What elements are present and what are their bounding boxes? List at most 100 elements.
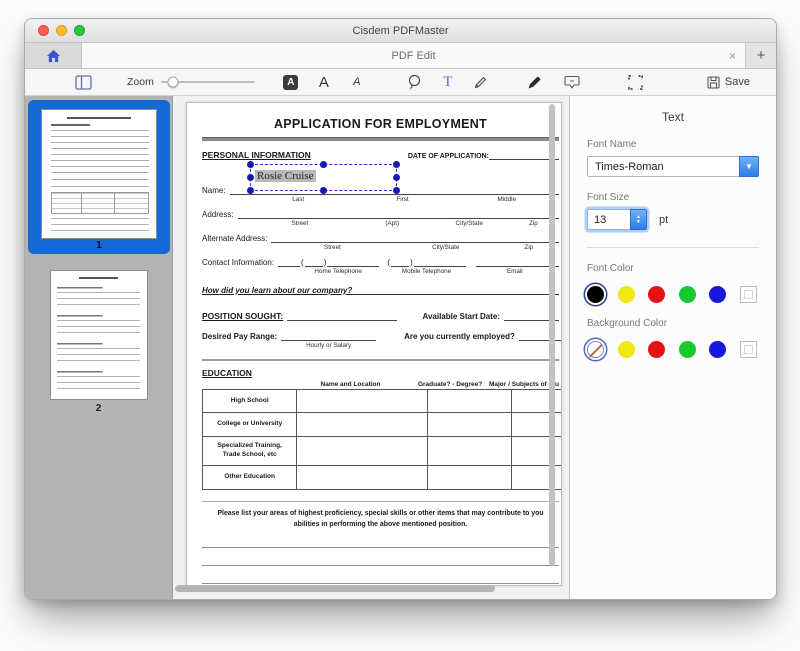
sublabel: Street [272, 244, 393, 251]
new-tab-button[interactable]: + [746, 43, 776, 68]
horizontal-scrollbar[interactable] [175, 585, 495, 592]
currently-employed-label: Are you currently employed? [404, 332, 515, 341]
pen-icon [527, 75, 542, 90]
background-color-green[interactable] [679, 341, 696, 358]
save-label: Save [725, 76, 750, 88]
resize-handle[interactable] [320, 187, 327, 194]
background-color-red[interactable] [648, 341, 665, 358]
font-size-stepper[interactable]: ▲ ▼ [630, 209, 647, 230]
fullscreen-window-button[interactable] [74, 25, 85, 36]
comment-tool-button[interactable] [562, 71, 582, 93]
write-in-line [202, 565, 559, 566]
save-button[interactable]: Save [707, 71, 750, 93]
alternate-address-label: Alternate Address: [202, 234, 267, 243]
divider [202, 359, 559, 362]
pay-range-sublabel: Hourly or Salary [306, 342, 351, 349]
background-color-blue[interactable] [709, 341, 726, 358]
tab-close-icon[interactable]: × [729, 50, 736, 62]
signature-tool-button[interactable] [525, 71, 545, 93]
name-label: Name: [202, 186, 226, 195]
text-style-button[interactable]: A [347, 71, 367, 93]
divider [202, 137, 559, 141]
resize-handle[interactable] [247, 161, 254, 168]
edu-row-label: High School [203, 390, 297, 413]
pencil-tool-button[interactable] [471, 71, 491, 93]
document-title: APPLICATION FOR EMPLOYMENT [202, 117, 559, 131]
resize-handle[interactable] [393, 187, 400, 194]
edu-col-header: Graduate? - Degree? [411, 381, 489, 388]
select-area-button[interactable] [626, 71, 646, 93]
resize-handle[interactable] [247, 187, 254, 194]
zoom-slider[interactable] [161, 81, 255, 83]
minimize-window-button[interactable] [56, 25, 67, 36]
section-personal-information: PERSONAL INFORMATION [202, 150, 311, 160]
pencil-icon [473, 75, 488, 90]
divider [587, 247, 759, 248]
font-name-select[interactable]: Times-Roman ▼ [587, 156, 759, 177]
main-content: 1 2 APPLICATION FOR EMPLOYMENT PERSONAL … [25, 96, 776, 599]
skills-note: Please list your areas of highest profic… [202, 509, 559, 530]
sidebar-toggle-icon [75, 75, 92, 90]
company-question: How did you learn about our company? [202, 286, 352, 295]
close-window-button[interactable] [38, 25, 49, 36]
sublabel: Home Telephone [294, 268, 382, 275]
font-name-dropdown-button[interactable]: ▼ [739, 156, 759, 177]
shape-tool-button[interactable] [405, 71, 425, 93]
sidebar-toggle-button[interactable] [73, 71, 93, 93]
home-button[interactable] [25, 43, 82, 68]
chevron-down-icon: ▼ [745, 163, 753, 171]
text-tool-icon: T [443, 74, 452, 91]
page-number: 2 [50, 403, 148, 415]
edu-row-label: Other Education [203, 466, 297, 489]
tab-pdf-edit[interactable]: PDF Edit × [82, 43, 746, 68]
page-thumbnail-1[interactable]: 1 [28, 100, 170, 254]
edit-text-icon: A [283, 75, 298, 90]
add-text-button[interactable]: A [314, 71, 334, 93]
font-color-swatches [587, 286, 759, 303]
sublabel: City/State [393, 244, 499, 251]
font-size-input[interactable]: 13 ▲ ▼ [587, 209, 647, 230]
address-label: Address: [202, 210, 234, 219]
zoom-slider-thumb[interactable] [167, 77, 178, 88]
stepper-down-icon: ▼ [636, 220, 641, 225]
resize-handle[interactable] [247, 174, 254, 181]
resize-handle[interactable] [320, 161, 327, 168]
app-window: Cisdem PDFMaster PDF Edit × + Zoom [24, 18, 777, 600]
save-icon [707, 76, 720, 89]
font-color-yellow[interactable] [618, 286, 635, 303]
font-color-custom[interactable] [740, 286, 757, 303]
start-date-label: Available Start Date: [422, 312, 500, 321]
background-color-none[interactable] [587, 341, 604, 358]
page-1-preview [41, 109, 157, 239]
font-color-black[interactable] [587, 286, 604, 303]
selected-text-value[interactable]: Rosie Cruise [255, 170, 316, 182]
desktop: Cisdem PDFMaster PDF Edit × + Zoom [0, 0, 800, 651]
vertical-scrollbar[interactable] [549, 104, 555, 566]
font-color-label: Font Color [587, 263, 759, 274]
page-thumbnail-2[interactable]: 2 [50, 270, 148, 415]
selected-text-box[interactable]: Rosie Cruise [250, 164, 397, 191]
background-color-label: Background Color [587, 318, 759, 329]
text-tool-button[interactable]: T [438, 71, 458, 93]
panel-title: Text [587, 110, 759, 124]
font-color-green[interactable] [679, 286, 696, 303]
position-sought-label: POSITION SOUGHT: [202, 311, 283, 321]
resize-handle[interactable] [393, 161, 400, 168]
sublabel: City/State [431, 220, 508, 227]
background-color-custom[interactable] [740, 341, 757, 358]
text-style-icon: A [353, 76, 360, 88]
edit-text-mode-button[interactable]: A [281, 71, 301, 93]
sublabel: (Apt) [354, 220, 431, 227]
sublabel: Street [246, 220, 354, 227]
sublabel: Email [471, 268, 559, 275]
zoom-control: Zoom [127, 76, 255, 88]
sublabel: Middle [455, 196, 559, 203]
font-color-red[interactable] [648, 286, 665, 303]
traffic-lights [38, 19, 85, 42]
background-color-yellow[interactable] [618, 341, 635, 358]
contact-information-label: Contact Information: [202, 258, 274, 267]
document-viewport: APPLICATION FOR EMPLOYMENT PERSONAL INFO… [173, 96, 569, 599]
resize-handle[interactable] [393, 174, 400, 181]
window-title: Cisdem PDFMaster [353, 25, 449, 37]
font-color-blue[interactable] [709, 286, 726, 303]
